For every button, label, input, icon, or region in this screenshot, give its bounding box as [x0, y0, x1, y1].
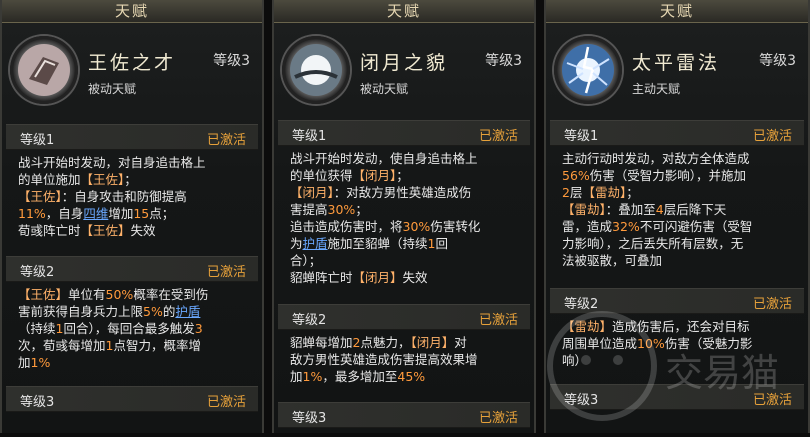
status-badge: 已激活 — [206, 265, 246, 280]
scroll-icon[interactable] — [10, 36, 78, 104]
lightning-icon[interactable] — [554, 36, 622, 104]
talent-type: 被动天赋 — [360, 82, 409, 96]
talent-header: 闭月之貌 等级3 被动天赋 — [274, 22, 534, 112]
desc-line: 追击造成伤害时，将30%伤害转化 — [290, 219, 481, 234]
level-row-3[interactable]: 等级3 已激活 — [6, 386, 258, 412]
desc-line: 2层【雷劫】； — [562, 185, 639, 200]
desc-line: 为护盾施加至貂蝉（持续1回 — [290, 236, 449, 251]
desc-line: 战斗开始时发动，使自身追击格上 — [290, 151, 478, 166]
desc-line: 的单位施加【王佐】； — [18, 172, 137, 187]
talent-header: 太平雷法 等级3 主动天赋 — [546, 22, 808, 112]
level-label: 等级2 — [292, 313, 327, 328]
status-badge: 已激活 — [206, 395, 246, 410]
desc-line: 【王佐】单位有50%概率在受到伤 — [18, 287, 209, 302]
desc-line: 害提高30%； — [290, 202, 368, 217]
talent-type: 主动天赋 — [632, 82, 681, 96]
desc-line: 力影响），之后丢失所有层数，无 — [562, 236, 744, 251]
moon-icon[interactable] — [282, 36, 350, 104]
status-badge: 已激活 — [206, 133, 246, 148]
status-badge: 已激活 — [478, 411, 518, 426]
level-label: 等级3 — [20, 395, 55, 410]
talent-panel-2: 天赋 闭月之貌 等级3 被动天赋 等级1 已激活 战斗开始时发动，使自身追击格上… — [272, 0, 536, 433]
desc-line: 貂蝉阵亡时【闭月】失效 — [290, 270, 428, 285]
desc-line: 战斗开始时发动，对自身追击格上 — [18, 155, 206, 170]
talent-header: 王佐之才 等级3 被动天赋 — [2, 22, 262, 112]
desc-line: （持续1回合），每回合最多触发3 — [18, 321, 203, 336]
desc-line: 【王佐】：自身攻击和防御提高 — [18, 189, 187, 204]
talent-name: 太平雷法 — [632, 52, 721, 74]
level-description: 主动行动时发动，对敌方全体造成 56%伤害（受智力影响），并施加 2层【雷劫】；… — [562, 150, 798, 269]
desc-line: 56%伤害（受智力影响），并施加 — [562, 168, 747, 183]
desc-line: 加1%，最多增加至45% — [290, 369, 426, 384]
level-label: 等级1 — [20, 133, 55, 148]
status-badge: 已激活 — [752, 129, 792, 144]
desc-line: 加1% — [18, 355, 51, 370]
level-row-1[interactable]: 等级1 已激活 — [6, 124, 258, 150]
level-description: 貂蝉每增加2点魅力，【闭月】对 敌方男性英雄造成伤害提高效果增 加1%，最多增加… — [290, 334, 524, 385]
level-row-2[interactable]: 等级2 已激活 — [278, 304, 530, 330]
desc-line: 敌方男性英雄造成伤害提高效果增 — [290, 352, 478, 367]
status-badge: 已激活 — [478, 129, 518, 144]
desc-line: 雷，造成32%不可闪避伤害（受智 — [562, 219, 753, 234]
level-row-1[interactable]: 等级1 已激活 — [550, 120, 804, 146]
desc-line: 貂蝉每增加2点魅力，【闭月】对 — [290, 335, 467, 350]
level-label: 等级1 — [564, 129, 599, 144]
level-label: 等级3 — [292, 411, 327, 426]
level-row-3[interactable]: 等级3 已激活 — [278, 402, 530, 428]
panel-title: 天赋 — [274, 0, 534, 23]
level-row-2[interactable]: 等级2 已激活 — [6, 256, 258, 282]
desc-line: 主动行动时发动，对敌方全体造成 — [562, 151, 750, 166]
level-label: 等级1 — [292, 129, 327, 144]
talent-level: 等级3 — [485, 53, 522, 69]
desc-line: 合）； — [290, 253, 322, 268]
talent-level: 等级3 — [759, 53, 796, 69]
watermark: 交易猫 — [540, 300, 810, 433]
level-description: 【王佐】单位有50%概率在受到伤 害前获得自身兵力上限5%的护盾 （持续1回合）… — [18, 286, 252, 371]
talent-type: 被动天赋 — [88, 82, 137, 96]
level-description: 战斗开始时发动，对自身追击格上 的单位施加【王佐】； 【王佐】：自身攻击和防御提… — [18, 154, 252, 239]
desc-line: 法被驱散，可叠加 — [562, 253, 663, 268]
status-badge: 已激活 — [478, 313, 518, 328]
panel-title: 天赋 — [2, 0, 262, 23]
desc-line: 【雷劫】：叠加至4层后降下天 — [562, 202, 727, 217]
desc-line: 荀彧阵亡时【王佐】失效 — [18, 223, 156, 238]
talent-panel-1: 天赋 王佐之才 等级3 被动天赋 等级1 已激活 战斗开始时发动，对自身追击格上… — [0, 0, 264, 433]
talent-name: 王佐之才 — [88, 52, 177, 74]
desc-line: 的单位获得【闭月】； — [290, 168, 409, 183]
level-description: 战斗开始时发动，使自身追击格上 的单位获得【闭月】； 【闭月】：对敌方男性英雄造… — [290, 150, 524, 286]
desc-line: 【闭月】：对敌方男性英雄造成伤 — [290, 185, 472, 200]
level-row-1[interactable]: 等级1 已激活 — [278, 120, 530, 146]
watermark-text: 交易猫 — [665, 351, 779, 395]
level-label: 等级2 — [20, 265, 55, 280]
desc-line: 害前获得自身兵力上限5%的护盾 — [18, 304, 201, 319]
talent-level: 等级3 — [213, 53, 250, 69]
desc-line: 次，荀彧每增加1点智力，概率增 — [18, 338, 201, 353]
panel-title: 天赋 — [546, 0, 808, 23]
talent-name: 闭月之貌 — [360, 52, 449, 74]
desc-line: 11%，自身四维增加15点； — [18, 206, 175, 221]
